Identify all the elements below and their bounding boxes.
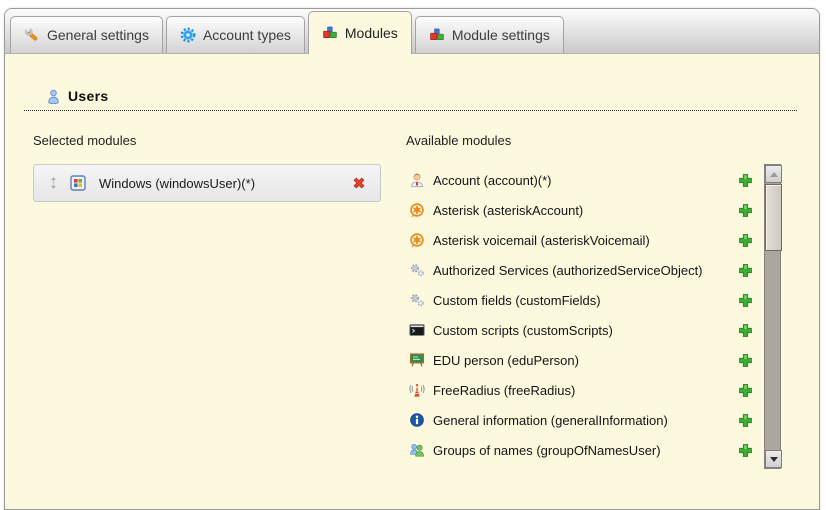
available-module-row: Asterisk (asteriskAccount): [409, 195, 757, 225]
asterisk-icon: [409, 202, 425, 218]
section-title: Users: [68, 88, 108, 104]
available-module-row: Groups of names (groupOfNamesUser): [409, 435, 757, 465]
add-icon[interactable]: [738, 323, 753, 338]
asterisk-icon: [409, 232, 425, 248]
tab-label: General settings: [47, 27, 149, 43]
settings-panel: General settings Account types Modules M…: [4, 8, 820, 510]
module-label: Groups of names (groupOfNamesUser): [433, 443, 661, 458]
module-settings-icon: [429, 27, 445, 43]
available-module-row: Asterisk voicemail (asteriskVoicemail): [409, 225, 757, 255]
available-modules-list: Account (account)(*) Asterisk (asteriskA…: [409, 165, 757, 465]
tab-general-settings[interactable]: General settings: [10, 16, 163, 53]
add-icon[interactable]: [738, 203, 753, 218]
modules-icon: [322, 25, 338, 41]
section-header-users: Users: [46, 88, 108, 104]
wrench-icon: [24, 27, 40, 43]
module-label: EDU person (eduPerson): [433, 353, 579, 368]
account-types-icon: [180, 27, 196, 43]
scrollbar-thumb[interactable]: [765, 184, 782, 251]
module-label: Asterisk voicemail (asteriskVoicemail): [433, 233, 650, 248]
selected-modules-label: Selected modules: [33, 133, 136, 148]
available-module-row: Account (account)(*): [409, 165, 757, 195]
module-label: FreeRadius (freeRadius): [433, 383, 575, 398]
drag-handle-icon[interactable]: [50, 177, 57, 189]
module-label: Custom scripts (customScripts): [433, 323, 613, 338]
module-label: General information (generalInformation): [433, 413, 668, 428]
gears-icon: [409, 292, 425, 308]
available-module-row: FreeRadius (freeRadius): [409, 375, 757, 405]
selected-modules-list: Windows (windowsUser)(*): [33, 164, 381, 202]
module-label: Account (account)(*): [433, 173, 552, 188]
user-icon: [46, 89, 61, 104]
chalkboard-icon: [409, 352, 425, 368]
add-icon[interactable]: [738, 263, 753, 278]
module-label: Authorized Services (authorizedServiceOb…: [433, 263, 703, 278]
group-icon: [409, 442, 425, 458]
available-modules-scrollbar[interactable]: [764, 164, 781, 469]
available-module-row: Custom scripts (customScripts): [409, 315, 757, 345]
delete-icon[interactable]: [351, 175, 367, 191]
section-divider: [24, 110, 797, 111]
add-icon[interactable]: [738, 413, 753, 428]
add-icon[interactable]: [738, 353, 753, 368]
tab-module-settings[interactable]: Module settings: [415, 16, 564, 53]
scroll-down-button[interactable]: [765, 450, 782, 468]
available-module-row: General information (generalInformation): [409, 405, 757, 435]
available-modules-label: Available modules: [406, 133, 511, 148]
account-icon: [409, 172, 425, 188]
add-icon[interactable]: [738, 173, 753, 188]
scroll-up-icon: [770, 172, 778, 177]
available-module-row: EDU person (eduPerson): [409, 345, 757, 375]
tab-bar: General settings Account types Modules M…: [5, 9, 819, 54]
module-label: Custom fields (customFields): [433, 293, 601, 308]
add-icon[interactable]: [738, 383, 753, 398]
tab-label: Module settings: [452, 27, 550, 43]
module-label: Asterisk (asteriskAccount): [433, 203, 583, 218]
add-icon[interactable]: [738, 293, 753, 308]
gears-icon: [409, 262, 425, 278]
info-icon: [409, 412, 425, 428]
tab-label: Account types: [203, 27, 291, 43]
tab-modules[interactable]: Modules: [308, 11, 412, 54]
tab-account-types[interactable]: Account types: [166, 16, 305, 53]
windows-icon: [70, 175, 86, 191]
add-icon[interactable]: [738, 233, 753, 248]
add-icon[interactable]: [738, 443, 753, 458]
available-module-row: Custom fields (customFields): [409, 285, 757, 315]
terminal-icon: [409, 322, 425, 338]
module-label: Windows (windowsUser)(*): [99, 176, 255, 191]
available-module-row: Authorized Services (authorizedServiceOb…: [409, 255, 757, 285]
scroll-down-icon: [770, 457, 778, 462]
antenna-icon: [409, 382, 425, 398]
tab-label: Modules: [345, 25, 398, 41]
scroll-up-button[interactable]: [765, 165, 782, 183]
selected-module-row[interactable]: Windows (windowsUser)(*): [33, 164, 381, 202]
